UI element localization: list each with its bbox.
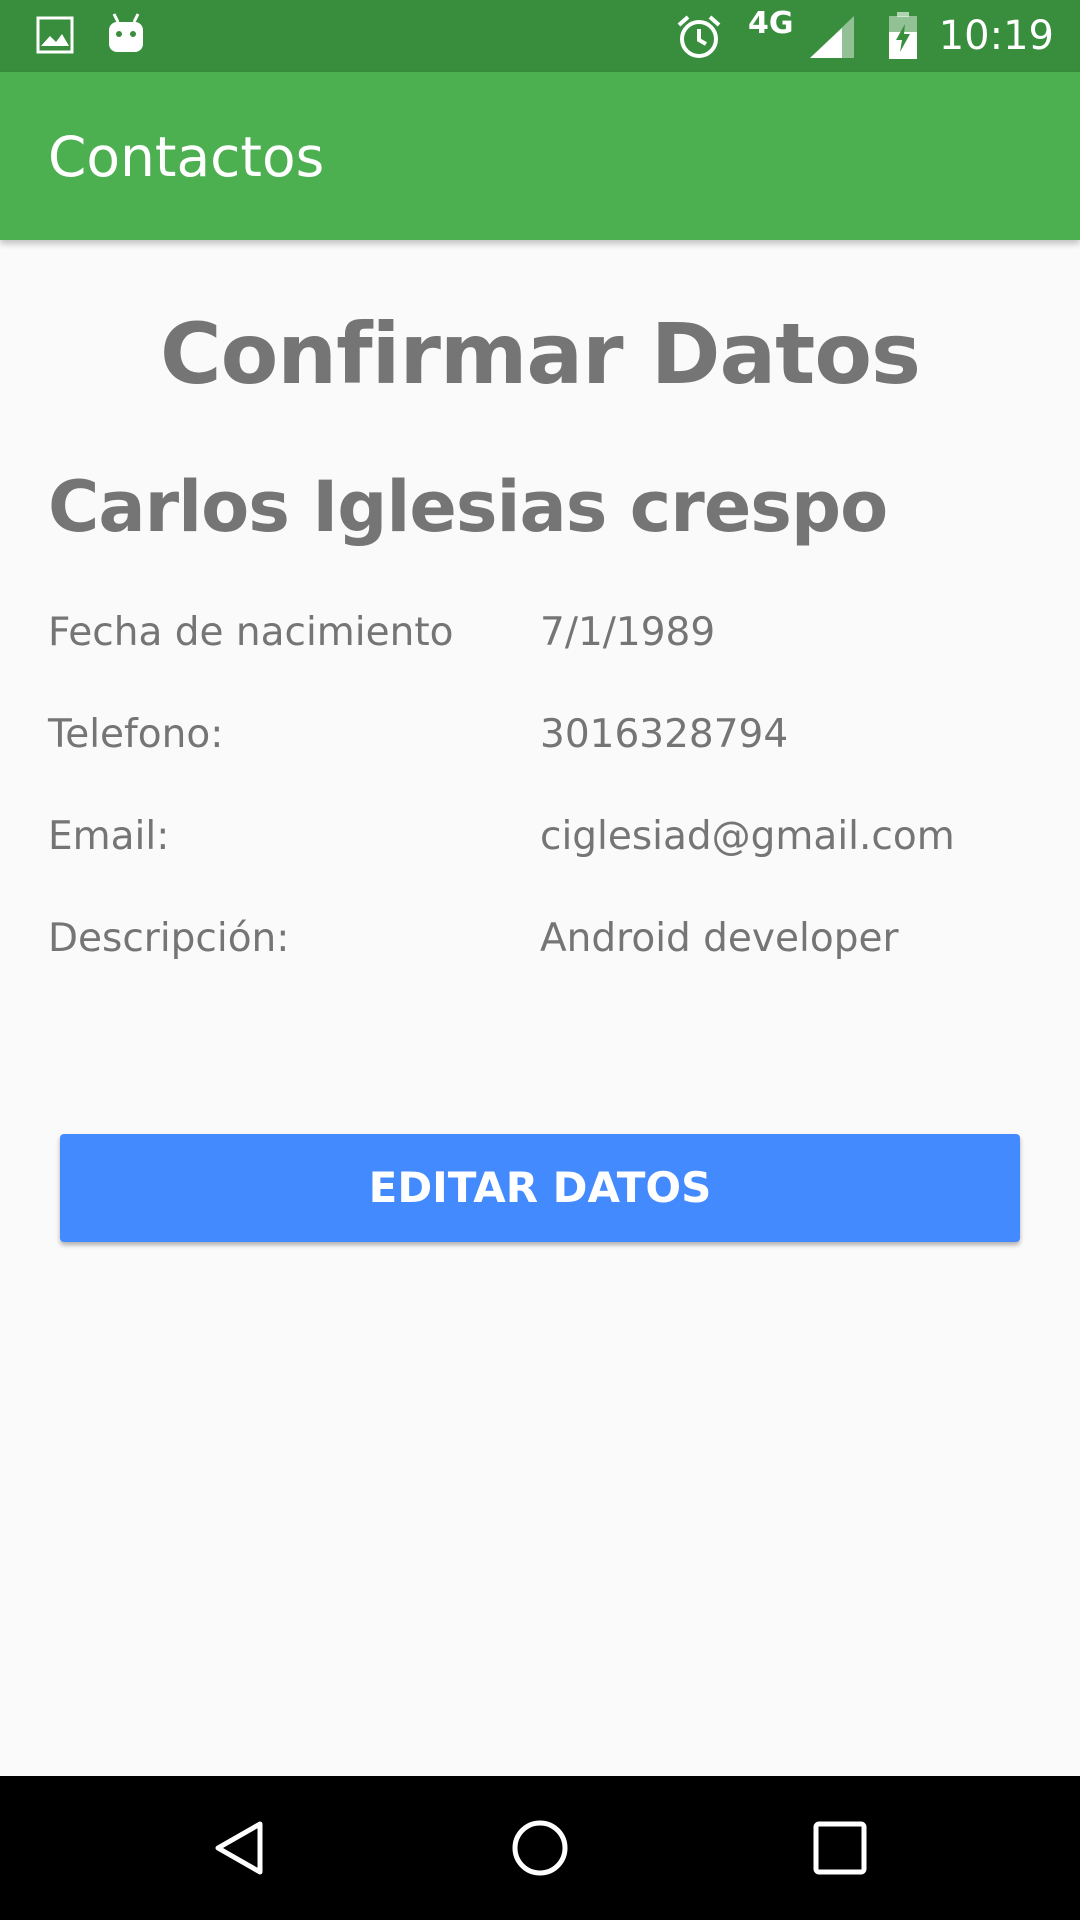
app-bar: Contactos <box>0 72 1080 240</box>
android-icon <box>109 13 143 52</box>
app-title: Contactos <box>48 125 325 189</box>
phone-label: Telefono: <box>48 712 224 757</box>
recents-icon[interactable] <box>812 1820 868 1876</box>
email-value: ciglesiad@gmail.com <box>540 814 955 859</box>
main-content: Confirmar Datos Carlos Iglesias crespo F… <box>0 240 1080 1776</box>
status-time: 10:19 <box>938 13 1054 59</box>
back-icon[interactable] <box>210 1818 270 1878</box>
gallery-icon <box>36 16 74 54</box>
description-value: Android developer <box>540 916 899 961</box>
birthdate-value: 7/1/1989 <box>540 610 716 655</box>
home-icon[interactable] <box>510 1818 570 1878</box>
navigation-bar <box>0 1776 1080 1920</box>
edit-data-button[interactable]: EDITAR DATOS <box>60 1134 1020 1242</box>
network-type: 4G <box>748 6 794 41</box>
birthdate-label: Fecha de nacimiento <box>48 610 454 655</box>
email-label: Email: <box>48 814 170 859</box>
page-title: Confirmar Datos <box>159 305 921 403</box>
phone-value: 3016328794 <box>540 712 789 757</box>
contact-name: Carlos Iglesias crespo <box>48 466 888 548</box>
battery-charging-icon <box>889 12 917 59</box>
description-label: Descripción: <box>48 916 290 961</box>
alarm-icon <box>677 15 721 58</box>
signal-icon <box>810 16 854 58</box>
status-bar: 4G 10:19 <box>0 0 1080 72</box>
